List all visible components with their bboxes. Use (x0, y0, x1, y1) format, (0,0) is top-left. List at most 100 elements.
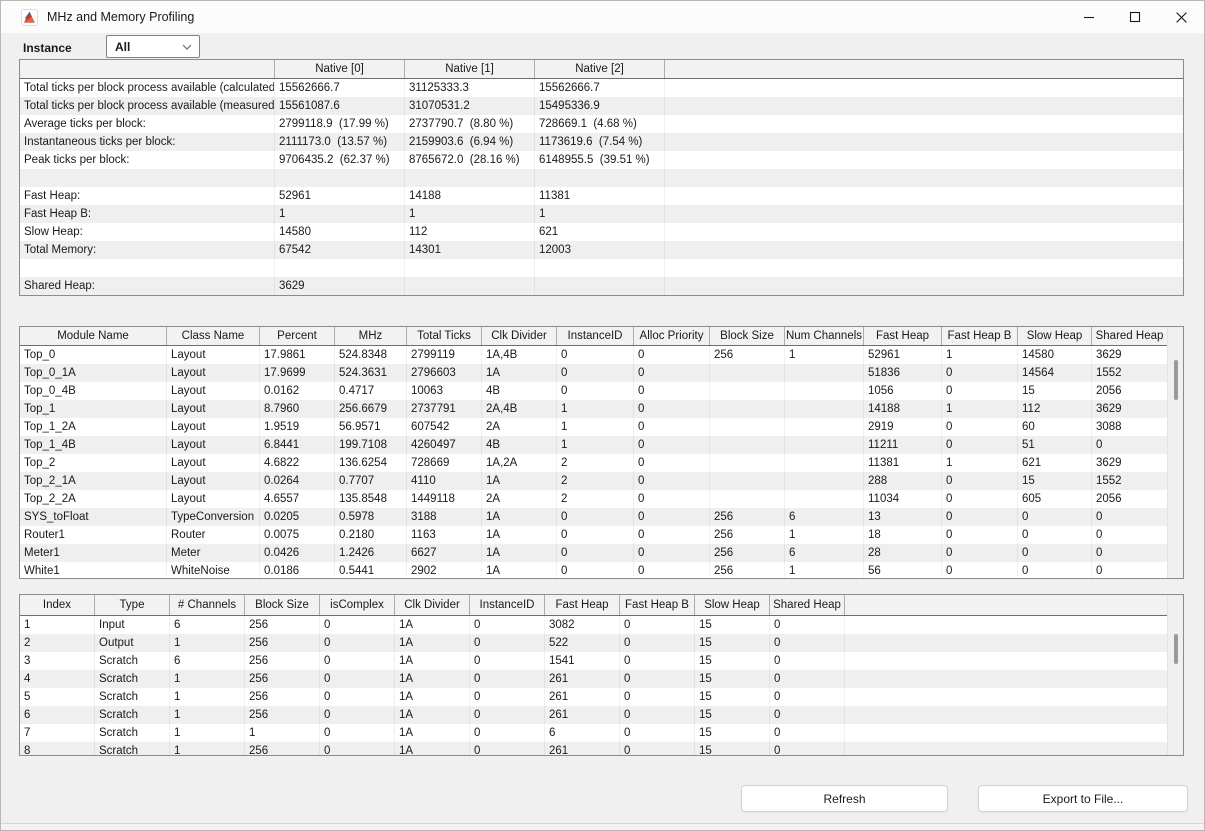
table-row[interactable]: White1WhiteNoise0.01860.544129021A002561… (20, 562, 1183, 579)
table-row[interactable]: Meter1Meter0.04261.242666271A00256628000 (20, 544, 1183, 562)
table-cell (785, 364, 864, 382)
column-header: Class Name (167, 327, 260, 345)
table-cell: 31125333.3 (405, 79, 535, 97)
table-cell: 2A,4B (482, 400, 557, 418)
table-row[interactable]: Top_0Layout17.9861524.834827991191A,4B00… (20, 346, 1183, 364)
refresh-button[interactable]: Refresh (741, 785, 948, 812)
table-cell: 0.0186 (260, 562, 335, 579)
table-row[interactable]: Total ticks per block process available … (20, 79, 1183, 97)
table-cell: 0 (620, 688, 695, 706)
table-cell: 0.0075 (260, 526, 335, 544)
minimize-button[interactable] (1066, 1, 1112, 33)
table-row[interactable]: 8Scratch125601A02610150 (20, 742, 1183, 756)
table-cell: 10063 (407, 382, 482, 400)
table-cell: 11034 (864, 490, 942, 508)
table-row[interactable]: Fast Heap B:111 (20, 205, 1183, 223)
table-cell: 0 (620, 724, 695, 742)
table-row[interactable] (20, 169, 1183, 187)
table-cell: 52961 (864, 346, 942, 364)
table-cell: 524.8348 (335, 346, 407, 364)
table-cell: 1 (557, 400, 634, 418)
export-to-file-button[interactable]: Export to File... (978, 785, 1188, 812)
column-header: # Channels (170, 595, 245, 615)
table-cell: 1173619.6 (7.54 %) (535, 133, 665, 151)
table-cell: 0 (942, 544, 1018, 562)
table-row[interactable]: Top_1_4BLayout6.8441199.710842604974B101… (20, 436, 1183, 454)
table-row[interactable]: Top_2_2ALayout4.6557135.854814491182A201… (20, 490, 1183, 508)
module-vertical-scrollbar[interactable] (1167, 327, 1183, 578)
scrollbar-thumb[interactable] (1174, 634, 1178, 664)
table-row[interactable]: 1Input625601A030820150 (20, 616, 1183, 634)
table-cell (20, 259, 275, 277)
table-cell: Layout (167, 346, 260, 364)
table-cell: 3 (20, 652, 95, 670)
table-row[interactable]: Slow Heap:14580112621 (20, 223, 1183, 241)
table-row[interactable]: 4Scratch125601A02610150 (20, 670, 1183, 688)
table-row[interactable]: 2Output125601A05220150 (20, 634, 1183, 652)
table-row[interactable]: Total ticks per block process available … (20, 97, 1183, 115)
table-row[interactable]: Top_1_2ALayout1.951956.95716075422A10291… (20, 418, 1183, 436)
table-cell: 0 (1092, 526, 1168, 544)
table-row[interactable]: Instantaneous ticks per block:2111173.0 … (20, 133, 1183, 151)
table-row[interactable]: Fast Heap:529611418811381 (20, 187, 1183, 205)
table-cell: 11381 (535, 187, 665, 205)
close-button[interactable] (1158, 1, 1204, 33)
table-cell: 15 (695, 616, 770, 634)
table-cell: 15 (1018, 382, 1092, 400)
table-cell: Layout (167, 418, 260, 436)
table-cell: Top_2_2A (20, 490, 167, 508)
table-row[interactable]: 5Scratch125601A02610150 (20, 688, 1183, 706)
table-cell: 1 (785, 346, 864, 364)
table-row[interactable]: Top_0_4BLayout0.01620.4717100634B0010560… (20, 382, 1183, 400)
buffer-vertical-scrollbar[interactable] (1167, 595, 1183, 755)
table-cell: 0 (1018, 562, 1092, 579)
table-cell: 1 (405, 205, 535, 223)
table-row[interactable]: Top_2Layout4.6822136.62547286691A,2A2011… (20, 454, 1183, 472)
table-cell: 0 (620, 634, 695, 652)
table-row[interactable]: Top_2_1ALayout0.02640.770741101A20288015… (20, 472, 1183, 490)
table-row[interactable]: Top_0_1ALayout17.9699524.363127966031A00… (20, 364, 1183, 382)
table-row[interactable]: SYS_toFloatTypeConversion0.02050.5978318… (20, 508, 1183, 526)
table-cell: 0 (557, 346, 634, 364)
table-cell (710, 382, 785, 400)
table-cell: 0 (320, 616, 395, 634)
instance-label: Instance (23, 41, 72, 55)
table-cell: 3082 (545, 616, 620, 634)
table-cell: 0 (470, 616, 545, 634)
table-cell (710, 364, 785, 382)
table-cell (535, 259, 665, 277)
table-cell (710, 490, 785, 508)
table-cell: 8.7960 (260, 400, 335, 418)
maximize-icon (1129, 11, 1141, 23)
table-cell: 0 (942, 364, 1018, 382)
table-cell: 0 (942, 508, 1018, 526)
table-cell: 4B (482, 382, 557, 400)
table-row[interactable]: Total Memory:675421430112003 (20, 241, 1183, 259)
table-cell: Slow Heap: (20, 223, 275, 241)
table-row[interactable]: 3Scratch625601A015410150 (20, 652, 1183, 670)
table-cell: 256 (710, 562, 785, 579)
table-cell: 0 (634, 472, 710, 490)
column-header: Native [1] (405, 60, 535, 78)
table-row[interactable]: 6Scratch125601A02610150 (20, 706, 1183, 724)
table-row[interactable]: Average ticks per block:2799118.9 (17.99… (20, 115, 1183, 133)
column-header: Clk Divider (482, 327, 557, 345)
table-cell: 0 (620, 652, 695, 670)
scrollbar-thumb[interactable] (1174, 360, 1178, 400)
table-row[interactable]: Top_1Layout8.7960256.667927377912A,4B101… (20, 400, 1183, 418)
table-cell: 0 (770, 670, 845, 688)
table-row[interactable]: Shared Heap:3629 (20, 277, 1183, 295)
table-cell: 6 (545, 724, 620, 742)
table-cell (20, 169, 275, 187)
table-row[interactable]: Router1Router0.00750.218011631A002561180… (20, 526, 1183, 544)
table-row[interactable]: 7Scratch1101A060150 (20, 724, 1183, 742)
table-cell: 1 (942, 400, 1018, 418)
instance-dropdown[interactable]: All (106, 35, 200, 58)
table-cell: 1A (395, 688, 470, 706)
column-header: Native [2] (535, 60, 665, 78)
table-row[interactable]: Peak ticks per block:9706435.2 (62.37 %)… (20, 151, 1183, 169)
table-cell: 0 (1018, 526, 1092, 544)
maximize-button[interactable] (1112, 1, 1158, 33)
table-row[interactable] (20, 259, 1183, 277)
column-header: Native [0] (275, 60, 405, 78)
